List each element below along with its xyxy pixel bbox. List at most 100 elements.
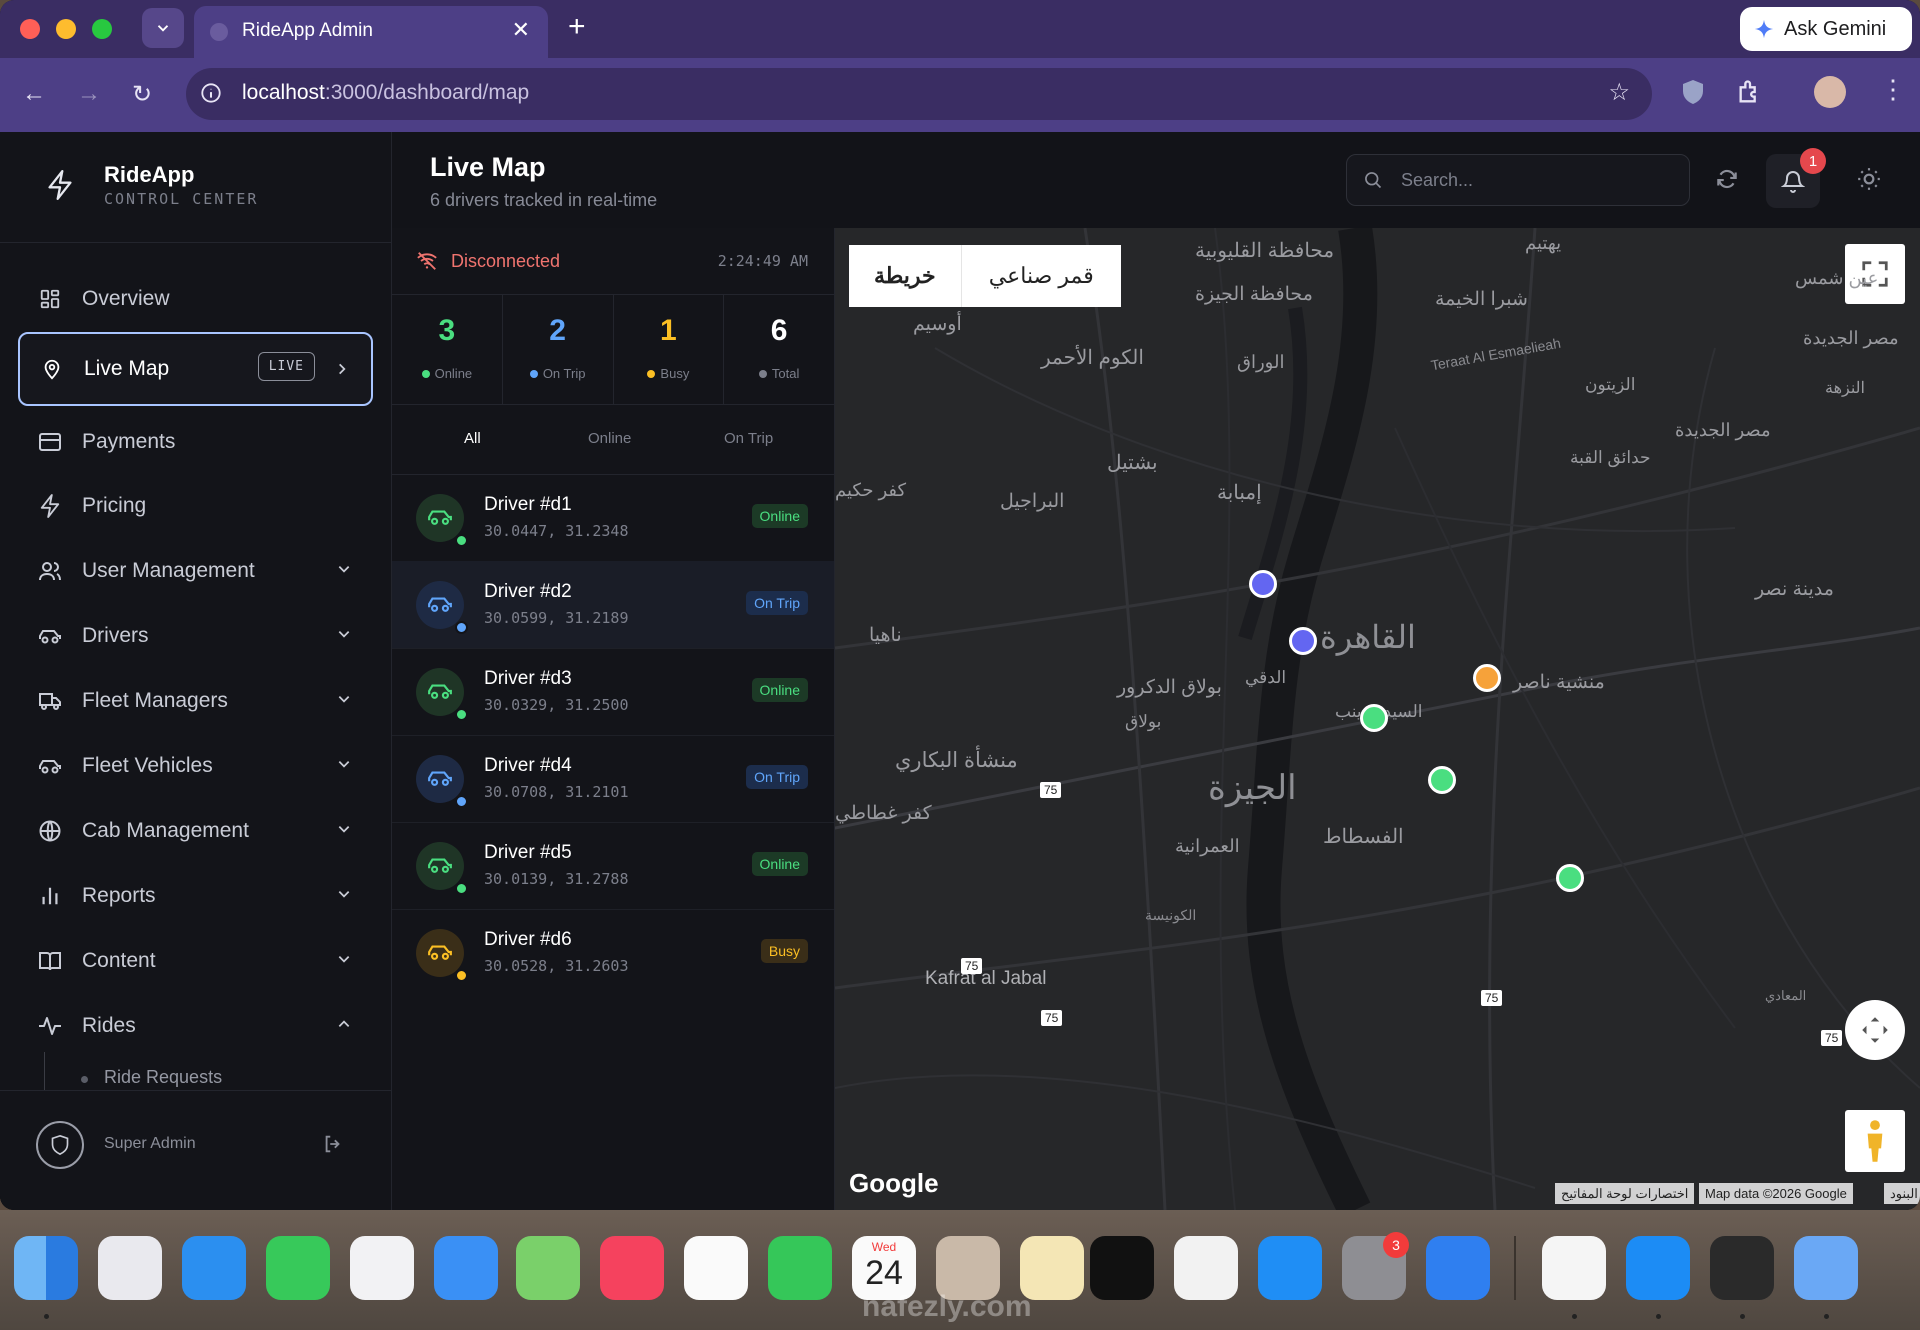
map-label: بشتيل (1107, 452, 1158, 474)
quicktime-icon[interactable] (1626, 1236, 1690, 1300)
car-icon (428, 684, 452, 699)
forward-icon[interactable]: → (77, 80, 101, 108)
road-shield: 75 (1040, 782, 1062, 798)
street-view-pegman[interactable] (1845, 1110, 1905, 1172)
bookmark-star-icon[interactable]: ☆ (1608, 78, 1630, 107)
map-label: الكوم الأحمر (1041, 347, 1144, 369)
camera-control-button[interactable] (1845, 1000, 1905, 1060)
logout-icon[interactable] (322, 1133, 344, 1155)
close-window-button[interactable] (20, 19, 40, 39)
car-icon (428, 597, 452, 612)
stat-label: Online (434, 366, 473, 381)
ask-gemini-button[interactable]: Ask Gemini (1740, 7, 1912, 51)
profile-avatar[interactable] (1814, 76, 1846, 108)
maximize-window-button[interactable] (92, 19, 112, 39)
driver-row[interactable]: Driver #d5 30.0139, 31.2788 Online (392, 822, 834, 910)
close-tab-icon[interactable]: ✕ (512, 17, 530, 43)
messages-icon[interactable] (266, 1236, 330, 1300)
filter-tab-all[interactable]: All (464, 430, 481, 447)
terminal-icon[interactable] (1710, 1236, 1774, 1300)
driver-pin-busy[interactable] (1473, 664, 1501, 692)
sidebar-item-pricing[interactable]: Pricing (18, 479, 373, 533)
launchpad-icon[interactable] (98, 1236, 162, 1300)
live-map[interactable]: خريطة قمر صناعي محافظة القليوبية محافظة … (835, 228, 1920, 1210)
search-input[interactable]: Search... (1346, 154, 1690, 206)
apple-tv-icon[interactable] (1090, 1236, 1154, 1300)
tab-search-button[interactable] (142, 8, 184, 48)
map-label: الكونيسة (1145, 907, 1197, 923)
notification-badge: 1 (1800, 148, 1826, 174)
address-bar[interactable]: localhost:3000/dashboard/map ☆ (186, 68, 1652, 120)
driver-pin-online[interactable] (1556, 864, 1584, 892)
site-info-icon[interactable] (200, 82, 222, 104)
sidebar-subitem-ride-requests[interactable]: Ride Requests (104, 1067, 222, 1088)
sidebar-item-cab-management[interactable]: Cab Management (18, 804, 373, 858)
driver-row[interactable]: Driver #d1 30.0447, 31.2348 Online (392, 474, 834, 562)
reload-icon[interactable]: ↻ (132, 80, 152, 109)
docker-icon[interactable] (1794, 1236, 1858, 1300)
browser-tab[interactable]: RideApp Admin ✕ (194, 6, 548, 58)
driver-pin-on-trip[interactable] (1249, 570, 1277, 598)
car-icon (428, 510, 452, 525)
time-machine-icon[interactable] (1426, 1236, 1490, 1300)
status-badge: Online (751, 504, 808, 528)
page-header: Live Map 6 drivers tracked in real-time … (392, 132, 1920, 228)
safari-icon[interactable] (182, 1236, 246, 1300)
status-badge: Online (751, 852, 808, 876)
shield-extension-icon[interactable] (1681, 78, 1705, 106)
terms-link[interactable]: البنود (1884, 1183, 1920, 1204)
facetime-icon[interactable] (768, 1236, 832, 1300)
menu-kebab-icon[interactable]: ⋮ (1880, 74, 1906, 105)
maps-icon[interactable] (516, 1236, 580, 1300)
stat-busy: 1 Busy (614, 294, 725, 404)
filter-tab-online[interactable]: Online (588, 430, 631, 447)
running-indicator (44, 1314, 49, 1319)
sun-icon[interactable] (1856, 166, 1882, 192)
status-dot (455, 534, 468, 547)
map-type-satellite[interactable]: قمر صناعي (962, 245, 1121, 307)
mail-icon[interactable] (434, 1236, 498, 1300)
chevron-down-icon (338, 761, 350, 768)
driver-row[interactable]: Driver #d6 30.0528, 31.2603 Busy (392, 909, 834, 996)
driver-pin-online[interactable] (1428, 766, 1456, 794)
sidebar-item-rides[interactable]: Rides (18, 999, 373, 1053)
extensions-puzzle-icon[interactable] (1736, 78, 1764, 106)
driver-pin-online[interactable] (1360, 704, 1388, 732)
minimize-window-button[interactable] (56, 19, 76, 39)
driver-row[interactable]: Driver #d2 30.0599, 31.2189 On Trip (392, 561, 834, 649)
chrome-icon[interactable] (1542, 1236, 1606, 1300)
driver-row[interactable]: Driver #d4 30.0708, 31.2101 On Trip (392, 735, 834, 823)
music-icon[interactable] (600, 1236, 664, 1300)
map-type-map[interactable]: خريطة (849, 245, 962, 307)
car-icon (39, 760, 61, 774)
sidebar-item-overview[interactable]: Overview (18, 272, 373, 326)
sidebar-item-fleet-managers[interactable]: Fleet Managers (18, 674, 373, 728)
back-icon[interactable]: ← (22, 80, 46, 108)
keyboard-shortcuts-link[interactable]: اختصارات لوحة المفاتيح (1555, 1183, 1695, 1204)
finder-icon[interactable] (14, 1236, 78, 1300)
driver-pin-on-trip[interactable] (1289, 627, 1317, 655)
new-tab-button[interactable]: + (568, 10, 586, 44)
freeform-icon[interactable] (1174, 1236, 1238, 1300)
sidebar-item-user-management[interactable]: User Management (18, 544, 373, 598)
driver-row[interactable]: Driver #d3 30.0329, 31.2500 Online (392, 648, 834, 736)
refresh-icon[interactable] (1714, 166, 1740, 192)
status-dot (455, 621, 468, 634)
photos-icon[interactable] (684, 1236, 748, 1300)
app-store-icon[interactable] (1258, 1236, 1322, 1300)
shield-icon (51, 1134, 69, 1156)
map-label: منشأة البكاري (895, 749, 1018, 772)
sidebar-item-fleet-vehicles[interactable]: Fleet Vehicles (18, 739, 373, 793)
driver-coords: 30.0528, 31.2603 (484, 957, 629, 975)
filter-tab-on-trip[interactable]: On Trip (724, 430, 773, 447)
sidebar-item-reports[interactable]: Reports (18, 869, 373, 923)
sidebar-item-live-map[interactable]: Live Map LIVE (18, 332, 373, 406)
map-label: الجيزة (1208, 769, 1297, 807)
sidebar-item-drivers[interactable]: Drivers (18, 609, 373, 663)
driver-coords: 30.0329, 31.2500 (484, 696, 629, 714)
map-label: البراجيل (1000, 491, 1065, 512)
sidebar-item-payments[interactable]: Payments (18, 415, 373, 469)
status-badge: On Trip (746, 591, 808, 615)
reminders-icon[interactable] (350, 1236, 414, 1300)
sidebar-item-content[interactable]: Content (18, 934, 373, 988)
